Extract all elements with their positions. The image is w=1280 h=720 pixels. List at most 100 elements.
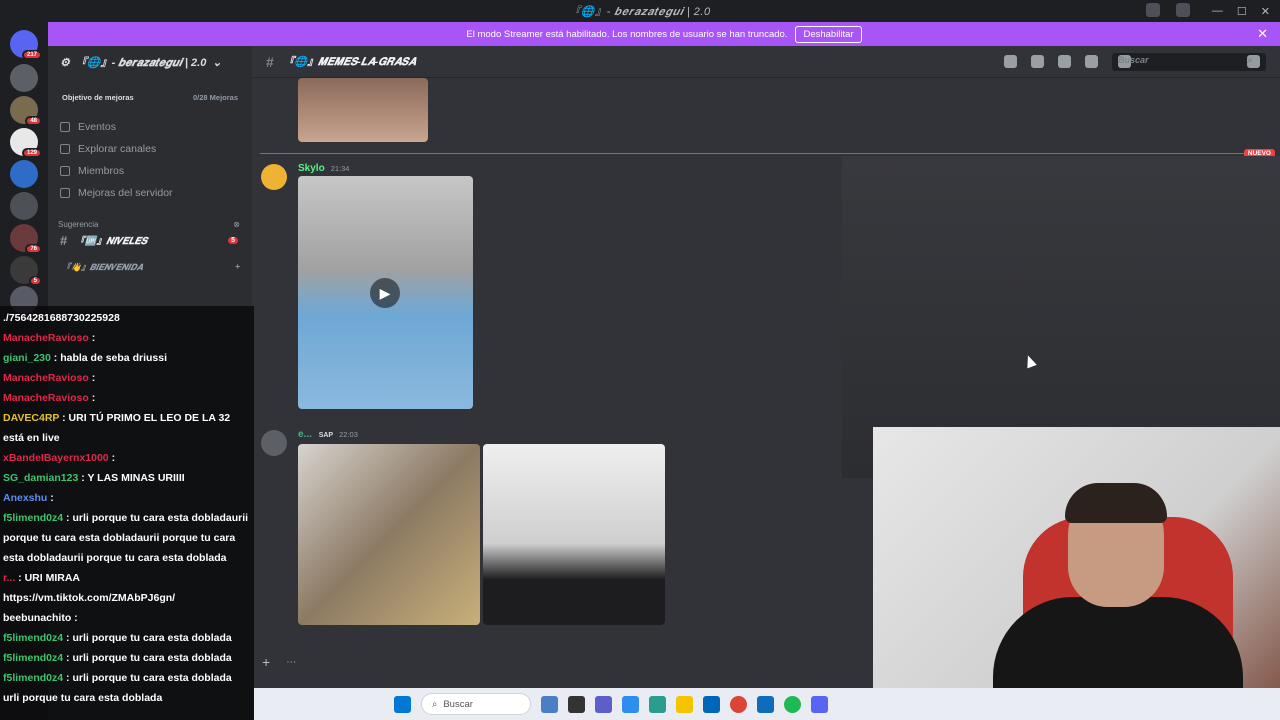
timestamp: 22:03 xyxy=(339,430,358,439)
nav-server-boost[interactable]: Mejoras del servidor xyxy=(48,182,252,204)
inbox-icon[interactable] xyxy=(1146,3,1160,17)
chat-text: : xyxy=(88,372,96,384)
channel-niveles[interactable]: # 『🆙』𝑵𝑰𝑽𝑬𝑳𝑬𝑺 5 xyxy=(48,229,252,251)
pin-icon[interactable] xyxy=(1058,55,1071,68)
webcam-feed xyxy=(873,427,1280,720)
task-view-icon[interactable] xyxy=(568,695,585,713)
chat-text: : habla de seba driussi xyxy=(50,352,167,364)
video-attachment[interactable]: ▶ xyxy=(298,176,473,409)
search-icon: ⌕ xyxy=(432,698,438,710)
disable-streamer-button[interactable]: Deshabilitar xyxy=(795,25,862,43)
window-title: 『🌐』- 𝒃𝒆𝒓𝒂𝒛𝒂𝒕𝒆𝒈𝒖𝒊 | 2.0 xyxy=(569,6,711,18)
minimize-button[interactable]: — xyxy=(1212,5,1223,17)
chat-message: ManacheRavioso : xyxy=(3,388,251,408)
widgets-icon[interactable] xyxy=(541,695,558,713)
store-icon[interactable] xyxy=(703,695,720,713)
nav-browse-channels[interactable]: Explorar canales xyxy=(48,138,252,160)
chat-message: ManacheRavioso : xyxy=(3,328,251,348)
chat-text: ./7564281688730225928 xyxy=(3,312,120,324)
maximize-button[interactable]: ☐ xyxy=(1237,5,1247,18)
chat-text: urli porque tu cara esta doblada xyxy=(3,692,163,704)
header-toolbar: Buscar ⌕ xyxy=(1004,52,1266,71)
members-icon xyxy=(60,166,70,176)
search-icon: ⌕ xyxy=(1247,55,1260,68)
message-header: e... SAP 22:03 xyxy=(298,429,358,440)
chat-username: f5limend0z4 xyxy=(3,512,64,524)
message-composer: + ⋯ xyxy=(262,650,862,674)
server-icon[interactable]: 129 xyxy=(10,128,42,158)
chat-message: f5limend0z4 : urli porque tu cara esta d… xyxy=(3,508,251,568)
file-explorer-icon[interactable] xyxy=(676,695,693,713)
image-attachment[interactable] xyxy=(298,78,428,142)
chat-text: : xyxy=(47,492,54,504)
chat-text: : urli porque tu cara esta doblada xyxy=(63,652,232,664)
chat-username: f5limend0z4 xyxy=(3,632,64,644)
list-icon xyxy=(60,144,70,154)
play-icon[interactable]: ▶ xyxy=(370,278,400,308)
chat-username: Anexshu xyxy=(3,492,48,504)
help-icon[interactable] xyxy=(1176,3,1190,17)
chat-username: f5limend0z4 xyxy=(3,652,64,664)
chat-text: : xyxy=(88,332,96,344)
chrome-icon[interactable] xyxy=(730,695,747,713)
chat-message: beebunachito : xyxy=(3,608,251,628)
edge-icon[interactable] xyxy=(649,695,666,713)
chevron-down-icon: ⌄ xyxy=(212,56,222,69)
chat-text: : URI MIRAA https://vm.tiktok.com/ZMAbPJ… xyxy=(3,572,176,604)
boost-icon xyxy=(60,188,70,198)
nav-members[interactable]: Miembros xyxy=(48,160,252,182)
banner-text: El modo Streamer está habilitado. Los no… xyxy=(466,28,788,40)
outlook-icon[interactable] xyxy=(757,695,774,713)
taskbar-search[interactable]: ⌕ Buscar xyxy=(421,693,531,715)
server-icon[interactable]: 48 xyxy=(10,96,42,126)
hash-icon: # xyxy=(60,232,68,248)
discord-icon[interactable] xyxy=(811,695,828,713)
server-icon[interactable] xyxy=(10,64,38,92)
add-attachment-icon[interactable]: + xyxy=(262,654,270,670)
hash-icon: # xyxy=(266,53,274,70)
chat-message: f5limend0z4 : urli porque tu cara esta d… xyxy=(3,648,251,668)
server-header[interactable]: ⚙ 『🌐』- 𝒃𝒆𝒓𝒂𝒛𝒂𝒕𝒆𝒈𝒖𝒊 | 2.0 ⌄ xyxy=(48,46,252,78)
boost-goal[interactable]: Objetivo de mejoras 0/28 Mejoras xyxy=(56,86,244,108)
chat-username: f5limend0z4 xyxy=(3,672,64,684)
image-attachment[interactable] xyxy=(483,444,665,625)
category-bienvenida[interactable]: 『👋』𝑩𝑰𝑬𝑵𝑽𝑬𝑵𝑰𝑫𝑨 + xyxy=(48,251,252,273)
chat-message: r... : URI MIRAA https://vm.tiktok.com/Z… xyxy=(3,568,251,608)
chat-message: ManacheRavioso : xyxy=(3,368,251,388)
nav-events[interactable]: Eventos xyxy=(48,116,252,138)
chat-text: : xyxy=(71,612,78,624)
dismiss-icon[interactable]: ⊗ xyxy=(233,220,240,229)
start-menu-icon[interactable] xyxy=(394,695,411,713)
chat-message: giani_230 : habla de seba driussi xyxy=(3,348,251,368)
threads-icon[interactable] xyxy=(1004,55,1017,68)
server-icon[interactable] xyxy=(10,160,38,188)
server-tag: SAP xyxy=(318,432,334,439)
member-list-icon[interactable] xyxy=(1085,55,1098,68)
server-icon[interactable] xyxy=(10,192,38,220)
chat-text: : urli porque tu cara esta doblada xyxy=(63,632,232,644)
image-attachment[interactable] xyxy=(298,444,480,625)
channel-header: # 『🌐』𝑴𝑬𝑴𝑬𝑺-𝑳𝑨-𝑮𝑹𝑨𝑺𝑨 Buscar ⌕ xyxy=(252,46,1280,78)
banner-close-icon[interactable]: ✕ xyxy=(1257,26,1268,42)
chat-username: beebunachito xyxy=(3,612,72,624)
teams-icon[interactable] xyxy=(595,695,612,713)
spotify-icon[interactable] xyxy=(784,695,801,713)
boost-label: Objetivo de mejoras xyxy=(62,92,134,102)
window-controls: — ☐ ✕ xyxy=(1212,0,1270,22)
copilot-icon[interactable] xyxy=(622,695,639,713)
server-icon[interactable]: 76 xyxy=(10,224,42,254)
avatar[interactable] xyxy=(261,430,287,456)
channel-label: 『🆙』𝑵𝑰𝑽𝑬𝑳𝑬𝑺 xyxy=(75,236,148,247)
streamer-mode-banner: El modo Streamer está habilitado. Los no… xyxy=(48,22,1280,46)
chat-message: xBandeIBayernx1000 : xyxy=(3,448,251,468)
server-icon[interactable]: 5 xyxy=(10,256,42,286)
avatar[interactable] xyxy=(261,164,287,190)
author-name[interactable]: Skylo xyxy=(298,163,325,174)
add-channel-icon[interactable]: + xyxy=(235,261,240,273)
direct-messages-button[interactable]: 217 xyxy=(10,30,42,60)
author-name[interactable]: e... xyxy=(298,429,312,440)
message-input[interactable]: ⋯ xyxy=(286,657,296,668)
close-button[interactable]: ✕ xyxy=(1261,5,1270,18)
bell-icon[interactable] xyxy=(1031,55,1044,68)
search-input[interactable]: Buscar ⌕ xyxy=(1112,52,1266,71)
